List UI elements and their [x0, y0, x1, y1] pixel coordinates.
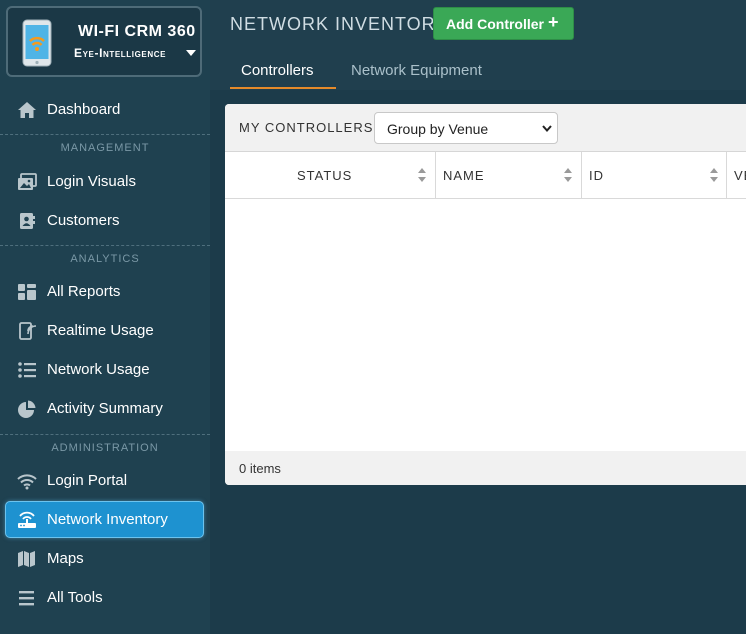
map-icon	[18, 551, 35, 567]
add-controller-button[interactable]: Add Controller +	[433, 7, 574, 40]
page-header: NETWORK INVENTORY Add Controller + Contr…	[210, 0, 746, 90]
sidebar-item-label: Login Visuals	[47, 173, 136, 190]
plus-icon: +	[548, 12, 559, 32]
divider	[0, 434, 210, 435]
pie-chart-icon	[18, 400, 36, 418]
card-header: MY CONTROLLERS Group by Venue	[225, 104, 746, 152]
sidebar-item-activity-summary[interactable]: Activity Summary	[0, 392, 210, 426]
group-by-select[interactable]: Group by Venue	[374, 112, 558, 144]
account-switcher[interactable]: WI-FI CRM 360 Eye-Intelligence	[6, 6, 202, 77]
sidebar-item-label: Network Inventory	[47, 511, 168, 528]
main-content: NETWORK INVENTORY Add Controller + Contr…	[210, 0, 746, 634]
organization-name: Eye-Intelligence	[74, 46, 167, 60]
tab-label: Network Equipment	[351, 62, 482, 79]
images-icon	[18, 173, 37, 190]
router-icon	[18, 511, 36, 528]
sidebar-item-all-reports[interactable]: All Reports	[0, 275, 210, 309]
controllers-card: MY CONTROLLERS Group by Venue STATUS NAM…	[225, 104, 746, 485]
section-header-administration: ADMINISTRATION	[51, 442, 159, 454]
tab-network-equipment[interactable]: Network Equipment	[351, 60, 511, 87]
sidebar-item-label: Maps	[47, 550, 84, 567]
divider	[0, 134, 210, 135]
sidebar-item-customers[interactable]: Customers	[0, 204, 210, 238]
page-title: NETWORK INVENTORY	[230, 14, 449, 34]
tab-label: Controllers	[241, 62, 314, 79]
column-label: VE	[734, 168, 746, 183]
sidebar-item-login-portal[interactable]: Login Portal	[0, 464, 210, 498]
sidebar-item-all-tools[interactable]: All Tools	[0, 581, 210, 615]
card-caption: MY CONTROLLERS	[239, 120, 374, 135]
realtime-phone-icon	[19, 322, 37, 340]
sidebar-item-label: All Tools	[47, 589, 103, 606]
table-header: STATUS NAME ID VE	[225, 152, 746, 199]
table-body	[225, 199, 746, 451]
sidebar-item-maps[interactable]: Maps	[0, 542, 210, 576]
sidebar-item-label: Dashboard	[47, 101, 121, 118]
group-by-value: Group by Venue	[387, 121, 489, 137]
section-header-management: MANAGEMENT	[60, 142, 150, 154]
phone-wifi-logo-icon	[22, 19, 52, 67]
wifi-icon	[17, 474, 37, 490]
item-count: 0 items	[239, 461, 281, 476]
list-icon	[18, 362, 36, 378]
section-header-analytics: ANALYTICS	[70, 253, 140, 265]
home-icon	[18, 102, 36, 118]
sidebar-item-label: Activity Summary	[47, 400, 163, 417]
app-title: WI-FI CRM 360	[78, 23, 196, 40]
column-header-status[interactable]: STATUS	[225, 152, 436, 198]
sidebar-item-network-usage[interactable]: Network Usage	[0, 353, 210, 387]
divider	[0, 245, 210, 246]
column-label: STATUS	[297, 168, 353, 183]
column-header-id[interactable]: ID	[582, 152, 727, 198]
sidebar-item-network-inventory[interactable]: Network Inventory	[5, 501, 204, 538]
chevron-down-icon	[186, 50, 196, 56]
contact-card-icon	[20, 213, 35, 229]
dashboard-grid-icon	[18, 284, 36, 300]
sidebar-item-label: Login Portal	[47, 472, 128, 489]
sidebar-item-label: Customers	[47, 212, 120, 229]
sidebar-item-realtime-usage[interactable]: Realtime Usage	[0, 314, 210, 348]
add-controller-label: Add Controller	[446, 16, 544, 32]
sidebar-item-label: Realtime Usage	[47, 322, 154, 339]
sort-icon	[418, 168, 426, 182]
card-footer: 0 items	[225, 451, 746, 485]
sidebar-item-label: Network Usage	[47, 361, 150, 378]
sidebar-item-label: All Reports	[47, 283, 121, 300]
sort-icon	[710, 168, 718, 182]
sidebar-item-login-visuals[interactable]: Login Visuals	[0, 165, 210, 199]
chevron-down-icon	[542, 125, 552, 133]
sort-icon	[564, 168, 572, 182]
menu-icon	[19, 591, 34, 606]
column-header-name[interactable]: NAME	[436, 152, 582, 198]
column-label: ID	[589, 168, 604, 183]
sidebar: WI-FI CRM 360 Eye-Intelligence Dashboard…	[0, 0, 210, 634]
column-header-venue[interactable]: VE	[727, 152, 746, 198]
column-label: NAME	[443, 168, 485, 183]
sidebar-item-dashboard[interactable]: Dashboard	[0, 93, 210, 127]
tab-controllers[interactable]: Controllers	[230, 60, 336, 89]
